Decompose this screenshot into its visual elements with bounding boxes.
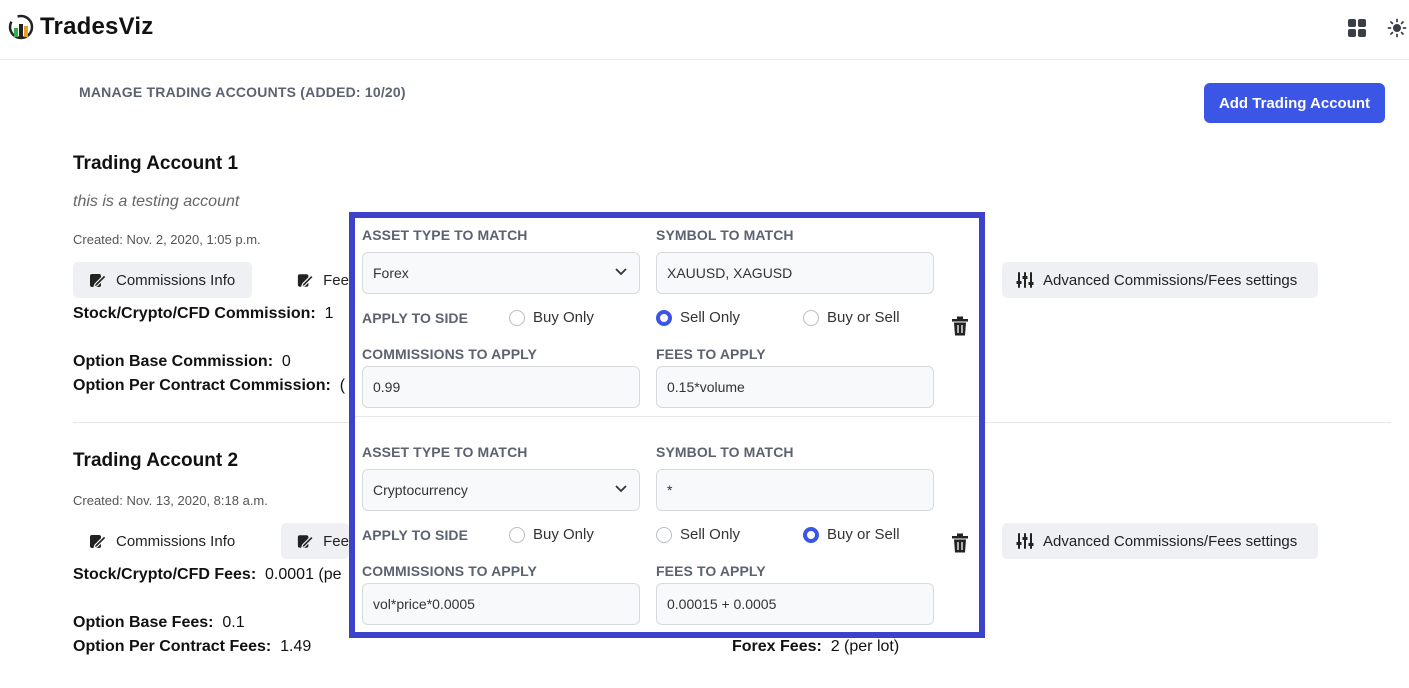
logo[interactable]: TradesViz bbox=[6, 12, 153, 42]
asset-type-value: Forex bbox=[373, 265, 409, 281]
account-2-field: Option Per Contract Fees: 1.49 bbox=[73, 638, 312, 655]
account-2-field: Option Base Fees: 0.1 bbox=[73, 614, 245, 631]
account-1-advanced-settings-button[interactable]: Advanced Commissions/Fees settings bbox=[1002, 262, 1318, 298]
account-2-commissions-info-button[interactable]: Commissions Info bbox=[73, 523, 252, 559]
radio-label: Buy Only bbox=[533, 309, 594, 326]
symbol-value: * bbox=[667, 482, 673, 498]
radio-label: Buy or Sell bbox=[827, 526, 900, 543]
radio-dot-selected bbox=[656, 309, 672, 326]
fees-info-label: Fee bbox=[323, 532, 349, 550]
asset-type-value: Cryptocurrency bbox=[373, 482, 468, 498]
radio-sell-only[interactable]: Sell Only bbox=[656, 309, 740, 326]
account-2-advanced-settings-button[interactable]: Advanced Commissions/Fees settings bbox=[1002, 523, 1318, 559]
fees-input[interactable]: 0.15*volume bbox=[656, 366, 934, 408]
commissions-input[interactable]: 0.99 bbox=[362, 366, 640, 408]
add-trading-account-button[interactable]: Add Trading Account bbox=[1204, 83, 1385, 123]
commissions-value: vol*price*0.0005 bbox=[373, 596, 475, 612]
asset-type-label: ASSET TYPE TO MATCH bbox=[362, 444, 528, 460]
account-1-field: Option Per Contract Commission: ( bbox=[73, 377, 346, 394]
radio-label: Sell Only bbox=[680, 309, 741, 326]
radio-dot bbox=[509, 309, 525, 326]
chevron-down-icon bbox=[615, 268, 627, 276]
symbol-value: XAUUSD, XAGUSD bbox=[667, 265, 793, 281]
trash-icon[interactable] bbox=[951, 316, 969, 336]
account-2-fees-info-button[interactable]: Fee bbox=[281, 523, 349, 559]
fees-label: FEES TO APPLY bbox=[656, 346, 766, 362]
account-2-name: Trading Account 2 bbox=[73, 450, 239, 471]
chevron-down-icon bbox=[615, 485, 627, 493]
commission-rules-panel: ASSET TYPE TO MATCH SYMBOL TO MATCH Fore… bbox=[349, 212, 985, 638]
radio-label: Buy Only bbox=[533, 526, 594, 543]
account-1-created: Created: Nov. 2, 2020, 1:05 p.m. bbox=[73, 232, 261, 247]
account-1-description: this is a testing account bbox=[73, 193, 240, 210]
radio-dot bbox=[803, 309, 819, 326]
commissions-info-label: Commissions Info bbox=[116, 532, 236, 550]
radio-dot-selected bbox=[803, 526, 819, 543]
symbol-input[interactable]: * bbox=[656, 469, 934, 511]
symbol-label: SYMBOL TO MATCH bbox=[656, 444, 794, 460]
fees-value: 0.00015 + 0.0005 bbox=[667, 596, 777, 612]
commissions-info-label: Commissions Info bbox=[116, 271, 236, 289]
apply-side-label: APPLY TO SIDE bbox=[362, 527, 469, 543]
apps-grid-icon[interactable] bbox=[1348, 19, 1366, 37]
edit-document-icon bbox=[297, 274, 314, 288]
account-1-field: Option Base Commission: 0 bbox=[73, 353, 291, 370]
rule-divider bbox=[355, 416, 979, 417]
asset-type-select[interactable]: Cryptocurrency bbox=[362, 469, 640, 511]
manage-accounts-title: MANAGE TRADING ACCOUNTS (ADDED: 10/20) bbox=[79, 84, 406, 100]
account-1-name: Trading Account 1 bbox=[73, 153, 239, 174]
sliders-icon bbox=[1016, 272, 1034, 288]
top-bar: TradesViz bbox=[0, 0, 1409, 60]
commissions-input[interactable]: vol*price*0.0005 bbox=[362, 583, 640, 625]
advanced-settings-label: Advanced Commissions/Fees settings bbox=[1043, 532, 1298, 550]
fees-info-label: Fee bbox=[323, 271, 349, 289]
account-2-field: Forex Fees: 2 (per lot) bbox=[732, 638, 900, 655]
radio-label: Buy or Sell bbox=[827, 309, 900, 326]
trash-icon[interactable] bbox=[951, 533, 969, 553]
account-2-created: Created: Nov. 13, 2020, 8:18 a.m. bbox=[73, 493, 268, 508]
radio-dot bbox=[509, 526, 525, 543]
asset-type-select[interactable]: Forex bbox=[362, 252, 640, 294]
fees-value: 0.15*volume bbox=[667, 379, 745, 395]
edit-document-icon bbox=[90, 535, 107, 549]
symbol-label: SYMBOL TO MATCH bbox=[656, 227, 794, 243]
radio-buy-only[interactable]: Buy Only bbox=[509, 526, 594, 543]
commissions-label: COMMISSIONS TO APPLY bbox=[362, 346, 537, 362]
account-1-commissions-info-button[interactable]: Commissions Info bbox=[73, 262, 252, 298]
account-1-field: Stock/Crypto/CFD Commission: 1 bbox=[73, 305, 334, 322]
theme-toggle-sun-icon[interactable] bbox=[1387, 18, 1407, 38]
radio-sell-only[interactable]: Sell Only bbox=[656, 526, 740, 543]
commissions-value: 0.99 bbox=[373, 379, 401, 395]
fees-label: FEES TO APPLY bbox=[656, 563, 766, 579]
logo-icon bbox=[8, 14, 34, 40]
fees-input[interactable]: 0.00015 + 0.0005 bbox=[656, 583, 934, 625]
symbol-input[interactable]: XAUUSD, XAGUSD bbox=[656, 252, 934, 294]
commissions-label: COMMISSIONS TO APPLY bbox=[362, 563, 537, 579]
radio-buy-or-sell[interactable]: Buy or Sell bbox=[803, 526, 900, 543]
asset-type-label: ASSET TYPE TO MATCH bbox=[362, 227, 528, 243]
sliders-icon bbox=[1016, 533, 1034, 549]
radio-label: Sell Only bbox=[680, 526, 741, 543]
account-1-fees-info-button[interactable]: Fee bbox=[281, 262, 349, 298]
advanced-settings-label: Advanced Commissions/Fees settings bbox=[1043, 271, 1298, 289]
apply-side-label: APPLY TO SIDE bbox=[362, 310, 469, 326]
radio-buy-or-sell[interactable]: Buy or Sell bbox=[803, 309, 900, 326]
radio-buy-only[interactable]: Buy Only bbox=[509, 309, 594, 326]
app-name: TradesViz bbox=[40, 13, 154, 40]
radio-dot bbox=[656, 526, 672, 543]
edit-document-icon bbox=[297, 535, 314, 549]
edit-document-icon bbox=[90, 274, 107, 288]
account-2-field: Stock/Crypto/CFD Fees: 0.0001 (pe bbox=[73, 566, 342, 583]
